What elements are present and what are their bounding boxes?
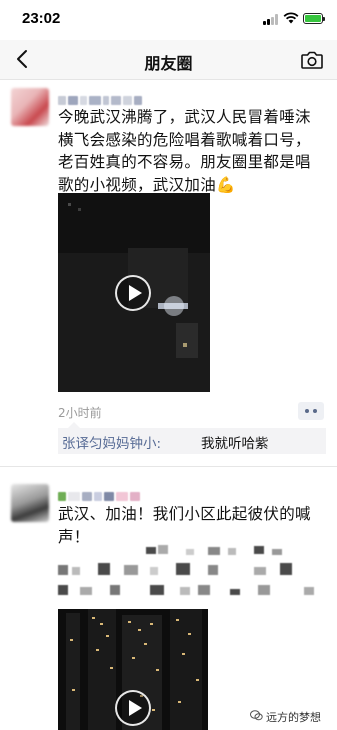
comment-box: 张译匀妈妈钟小: 我就听哈紫 [58,422,326,454]
watermark: 远方的梦想 [246,705,336,727]
avatar[interactable] [11,484,49,522]
blurred-text-block [58,545,314,595]
more-icon[interactable] [298,402,324,420]
user-name-blurred[interactable] [58,486,142,501]
nav-bar: 朋友圈 [0,40,337,80]
comment-text: 我就听哈紫 [201,436,269,452]
post-text: 武汉、加油！我们小区此起彼伏的喊声！ [58,505,311,546]
wechat-icon [250,710,263,721]
video-thumbnail[interactable] [58,609,208,730]
post-text: 今晚武汉沸腾了，武汉人民冒着唾沫横飞会感染的危险唱着歌喊着口号，老百姓真的不容易… [58,108,311,194]
play-icon[interactable] [115,690,151,726]
play-icon[interactable] [115,275,151,311]
camera-icon[interactable] [300,50,324,70]
user-name-blurred[interactable] [58,90,144,105]
signal-icon [263,14,279,25]
post-divider [0,466,337,467]
avatar[interactable] [11,88,49,126]
wifi-icon [283,12,299,24]
post-timestamp: 2小时前 [58,406,102,420]
video-thumbnail[interactable] [58,193,210,392]
status-time: 23:02 [22,10,61,27]
page-title: 朋友圈 [144,54,193,73]
status-bar: 23:02 [0,0,337,40]
watermark-text: 远方的梦想 [266,711,321,724]
battery-icon [303,13,325,24]
comment-author[interactable]: 张译匀妈妈钟小: [62,432,161,452]
